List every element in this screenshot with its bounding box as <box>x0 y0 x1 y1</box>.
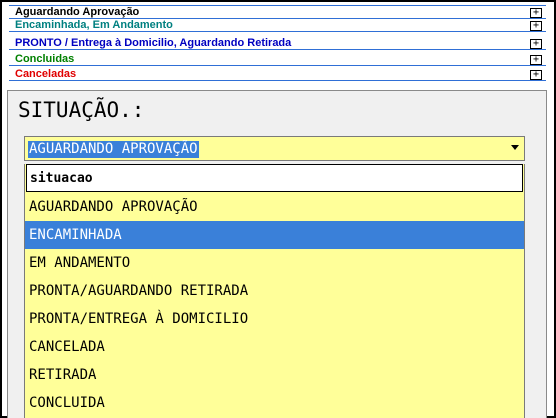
option-pronta-entrega-domicilio[interactable]: PRONTA/ENTREGA À DOMICILIO <box>25 305 524 333</box>
chevron-down-icon[interactable] <box>511 145 519 150</box>
situacao-dropdown-list: AGUARDANDO APROVAÇÃO ENCAMINHADA EM ANDA… <box>24 164 525 418</box>
situacao-select[interactable]: AGUARDANDO APROVAÇÃO <box>24 136 525 161</box>
option-aguardando-aprovacao[interactable]: AGUARDANDO APROVAÇÃO <box>25 193 524 221</box>
accordion-item-pronto[interactable]: PRONTO / Entrega à Domicilio, Aguardando… <box>9 37 546 50</box>
expand-icon[interactable]: + <box>530 8 542 18</box>
situacao-label: SITUAÇÃO.: <box>18 98 145 122</box>
option-concluida[interactable]: CONCLUIDA <box>25 389 524 417</box>
accordion-item-label: Aguardando Aprovação <box>15 6 140 18</box>
expand-icon[interactable]: + <box>530 21 542 31</box>
expand-icon[interactable]: + <box>530 39 542 49</box>
expand-icon[interactable]: + <box>530 70 542 80</box>
accordion-item-encaminhada[interactable]: Encaminhada, Em Andamento + <box>9 19 546 32</box>
accordion-item-label: Concluidas <box>15 53 75 65</box>
accordion-item-canceladas[interactable]: Canceladas + <box>9 68 546 81</box>
select-current-value: AGUARDANDO APROVAÇÃO <box>28 141 199 158</box>
option-pronta-aguardando-retirada[interactable]: PRONTA/AGUARDANDO RETIRADA <box>25 277 524 305</box>
dropdown-search-input[interactable] <box>27 165 522 191</box>
option-encaminhada[interactable]: ENCAMINHADA <box>25 221 524 249</box>
accordion-item-label: Canceladas <box>15 68 77 80</box>
option-em-andamento[interactable]: EM ANDAMENTO <box>25 249 524 277</box>
expand-icon[interactable]: + <box>530 55 542 65</box>
dropdown-search-box[interactable] <box>26 164 523 192</box>
accordion-item-concluidas[interactable]: Concluidas + <box>9 53 546 66</box>
accordion-item-label: PRONTO / Entrega à Domicilio, Aguardando… <box>15 37 292 49</box>
accordion-item-aguardando[interactable]: Aguardando Aprovação + <box>9 6 546 19</box>
option-retirada[interactable]: RETIRADA <box>25 361 524 389</box>
option-cancelada[interactable]: CANCELADA <box>25 333 524 361</box>
accordion-item-label: Encaminhada, Em Andamento <box>15 19 173 31</box>
